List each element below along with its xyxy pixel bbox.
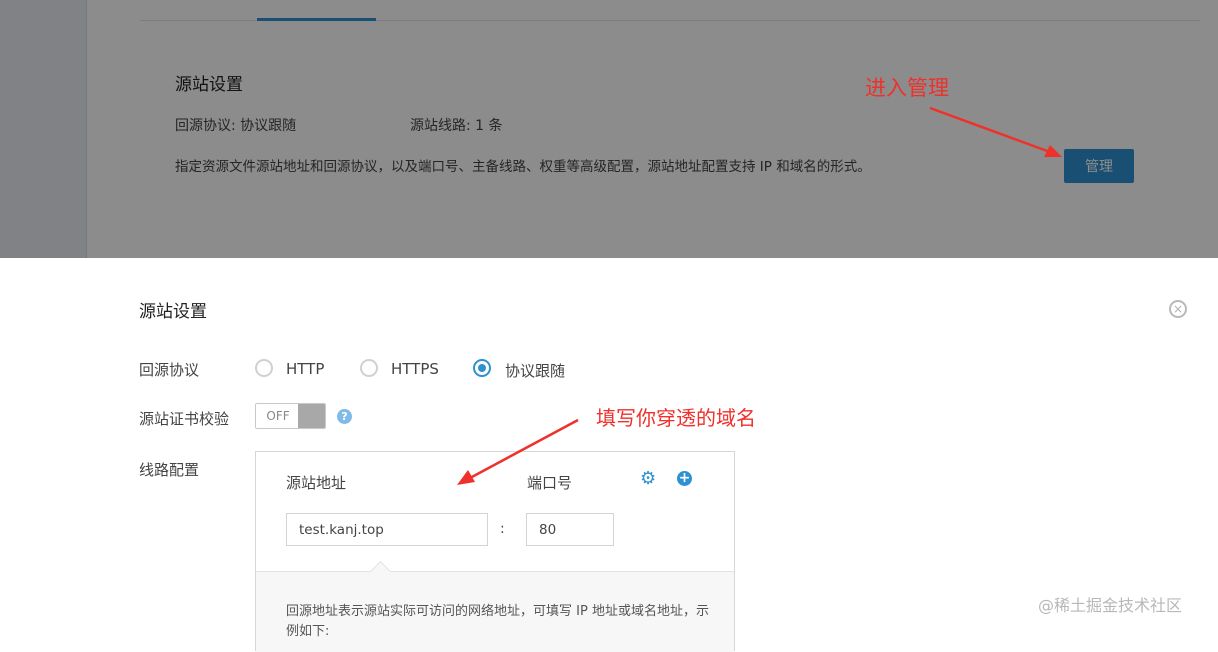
- left-sidebar: [0, 0, 87, 258]
- origin-address-help-text: 回源地址表示源站实际可访问的网络地址，可填写 IP 地址或域名地址，示例如下:: [286, 604, 709, 639]
- origin-protocol-summary: 回源协议: 协议跟随: [175, 118, 297, 134]
- radio-https[interactable]: [360, 359, 378, 377]
- route-config-panel: 源站地址 端口号 ⚙ + : 回源地址表示源站实际可访问的网络地址，可填写 IP…: [255, 451, 735, 652]
- add-icon[interactable]: +: [677, 471, 692, 486]
- manage-button[interactable]: 管理: [1064, 149, 1134, 183]
- origin-address-header: 源站地址: [286, 474, 347, 492]
- annotation-enter-manage: 进入管理: [865, 76, 949, 100]
- radio-http-label[interactable]: HTTP: [286, 360, 324, 378]
- ssl-verify-label: 源站证书校验: [139, 410, 230, 428]
- annotation-fill-domain: 填写你穿透的域名: [596, 406, 756, 430]
- origin-address-input[interactable]: [286, 513, 488, 546]
- radio-http[interactable]: [255, 359, 273, 377]
- toggle-state-label: OFF: [266, 409, 290, 423]
- watermark: @稀土掘金技术社区: [1038, 596, 1183, 615]
- protocol-label: 回源协议: [139, 361, 200, 379]
- help-icon[interactable]: ?: [337, 409, 352, 424]
- background-page: 源站设置 回源协议: 协议跟随 源站线路: 1 条 指定资源文件源站地址和回源协…: [0, 0, 1218, 258]
- close-icon[interactable]: ×: [1169, 300, 1187, 318]
- radio-https-label[interactable]: HTTPS: [391, 360, 439, 378]
- panel-divider: [256, 571, 734, 572]
- section-title: 源站设置: [175, 75, 243, 95]
- toggle-knob: [298, 404, 325, 428]
- origin-lines-summary: 源站线路: 1 条: [410, 118, 503, 134]
- radio-follow-protocol[interactable]: [473, 359, 491, 377]
- address-port-separator: :: [500, 521, 505, 537]
- gear-icon[interactable]: ⚙: [640, 470, 658, 488]
- port-header: 端口号: [527, 474, 573, 492]
- section-description: 指定资源文件源站地址和回源协议，以及端口号、主备线路、权重等高级配置，源站地址配…: [175, 159, 871, 175]
- active-tab-indicator: [257, 18, 376, 21]
- route-config-label: 线路配置: [139, 461, 200, 479]
- radio-follow-protocol-label[interactable]: 协议跟随: [505, 360, 565, 381]
- dialog-title: 源站设置: [139, 302, 207, 322]
- port-input[interactable]: [526, 513, 614, 546]
- ssl-verify-toggle[interactable]: OFF: [255, 403, 326, 429]
